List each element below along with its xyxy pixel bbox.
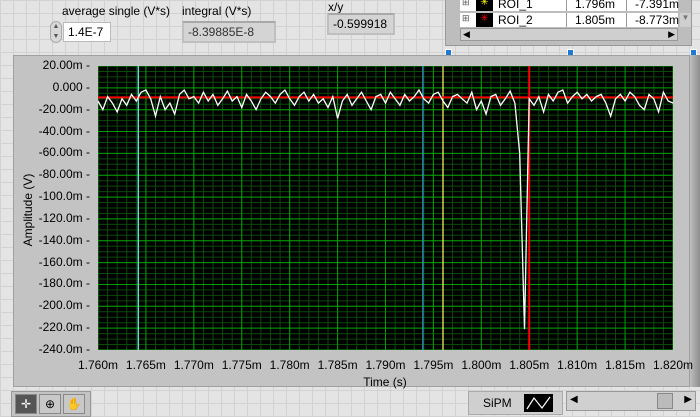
x-tick-label: 1.795m bbox=[413, 358, 454, 372]
y-tick-label: -200.0m - bbox=[38, 298, 90, 313]
y-tick-label: -160.0m - bbox=[38, 254, 90, 269]
scroll-left-icon[interactable]: ◀ bbox=[463, 29, 470, 40]
cursor-move-tool-icon[interactable]: ✛ bbox=[15, 394, 37, 414]
x-tick-label: 1.770m bbox=[173, 358, 214, 372]
increment-decrement-icon[interactable]: ▲ ▼ bbox=[50, 21, 62, 43]
expand-icon[interactable]: ⊞ bbox=[462, 13, 470, 24]
cursor-y: -8.773m bbox=[626, 13, 679, 27]
y-tick-label: -120.0m - bbox=[38, 210, 90, 225]
y-tick-label: -80.00m - bbox=[38, 167, 90, 182]
y-axis-title: Amplitude (V) bbox=[21, 173, 35, 247]
plot-area[interactable] bbox=[98, 66, 673, 350]
y-tick-label: -60.00m - bbox=[38, 145, 90, 160]
average-single-label: average single (V*s) bbox=[62, 4, 171, 18]
zoom-tool-icon[interactable]: ⊕ bbox=[39, 394, 61, 414]
y-tick-label: 0.000 - bbox=[52, 79, 90, 94]
y-tick-label: -220.0m - bbox=[38, 320, 90, 335]
x-tick-label: 1.820m bbox=[652, 358, 694, 372]
plot-line-style-icon[interactable] bbox=[524, 394, 553, 412]
y-tick-label: 20.00m - bbox=[42, 58, 90, 72]
x-tick-label: 1.760m bbox=[77, 358, 119, 372]
scroll-left-icon[interactable]: ◀ bbox=[570, 394, 578, 405]
x-tick-label: 1.810m bbox=[557, 358, 598, 372]
expand-icon[interactable]: ⊞ bbox=[462, 0, 470, 8]
y-tick-label: -40.00m - bbox=[38, 123, 90, 138]
x-tick-label: 1.780m bbox=[269, 358, 310, 372]
x-tick-label: 1.775m bbox=[221, 358, 262, 372]
cursor-name: ROI_2 bbox=[498, 13, 533, 27]
scroll-thumb[interactable] bbox=[657, 393, 673, 409]
cursor-legend: ⊞ ✳ ROI_1 1.796m -7.391m ⊞ ✳ ROI_2 1.805… bbox=[445, 0, 692, 46]
y-tick-label: -140.0m - bbox=[38, 232, 90, 247]
x-axis-title: Time (s) bbox=[363, 375, 407, 389]
y-tick-label: -100.0m - bbox=[38, 189, 90, 204]
cursor-x: 1.805m bbox=[566, 13, 615, 27]
x-tick-label: 1.790m bbox=[365, 358, 406, 372]
cursor-style-icon[interactable]: ✳ bbox=[476, 13, 493, 27]
x-tick-label: 1.765m bbox=[125, 358, 166, 372]
cursor-y: -7.391m bbox=[626, 0, 679, 11]
scroll-down-icon[interactable]: ▼ bbox=[680, 13, 691, 27]
average-single-input[interactable]: 1.4E-7 bbox=[63, 22, 111, 42]
cursor-row-roi-1[interactable]: ⊞ ✳ ROI_1 1.796m -7.391m bbox=[460, 0, 679, 11]
integral-indicator: -8.39885E-8 bbox=[182, 21, 276, 43]
legend-horizontal-scrollbar[interactable]: ◀ ▶ bbox=[460, 28, 678, 41]
x-tick-label: 1.800m bbox=[461, 358, 502, 372]
xy-indicator: -0.599918 bbox=[327, 13, 395, 35]
scroll-right-icon[interactable]: ▶ bbox=[668, 29, 675, 40]
xy-label: x/y bbox=[328, 0, 344, 14]
y-tick-label: -180.0m - bbox=[38, 276, 90, 291]
x-tick-label: 1.785m bbox=[317, 358, 358, 372]
integral-label: integral (V*s) bbox=[182, 4, 252, 18]
cursor-style-icon[interactable]: ✳ bbox=[476, 0, 493, 11]
y-tick-label: -240.0m - bbox=[38, 342, 90, 356]
graph-right-edge bbox=[690, 55, 700, 387]
pan-hand-tool-icon[interactable]: ✋ bbox=[63, 394, 85, 414]
x-tick-label: 1.815m bbox=[605, 358, 646, 372]
cursor-name: ROI_1 bbox=[498, 0, 533, 11]
cursor-row-roi-2[interactable]: ⊞ ✳ ROI_2 1.805m -8.773m bbox=[460, 13, 679, 27]
plot-legend-name: SiPM bbox=[483, 396, 512, 410]
x-tick-label: 1.805m bbox=[509, 358, 550, 372]
plot-legend[interactable]: SiPM bbox=[468, 391, 563, 415]
cursor-x: 1.796m bbox=[566, 0, 615, 11]
scroll-right-icon[interactable]: ▶ bbox=[684, 394, 692, 405]
graph-horizontal-scrollbar[interactable]: ◀ ▶ bbox=[566, 391, 696, 411]
y-tick-label: -20.00m - bbox=[38, 101, 90, 116]
